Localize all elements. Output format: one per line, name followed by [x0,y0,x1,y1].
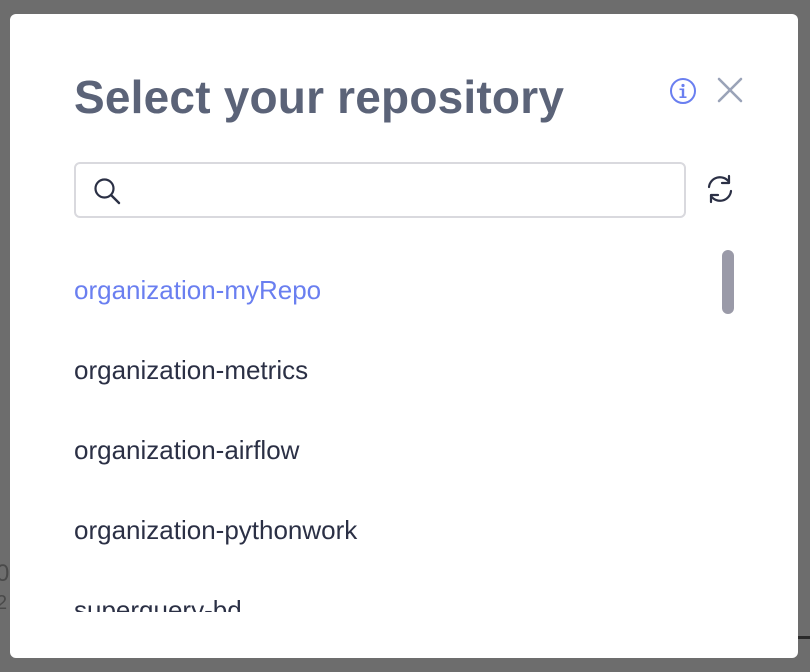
modal-title: Select your repository [74,71,565,123]
background-text: 0 [0,560,10,587]
list-scrollbar[interactable] [722,250,734,314]
repository-select-modal: Select your repository organization-myRe… [10,14,798,658]
info-button[interactable] [669,77,697,105]
info-icon [670,78,696,104]
refresh-button[interactable] [703,172,737,206]
repository-item[interactable]: superquery-bd [74,590,242,612]
repository-item[interactable]: organization-myRepo [74,270,321,310]
repository-item[interactable]: organization-airflow [74,430,299,470]
close-icon [717,77,743,103]
refresh-icon [707,174,733,204]
repository-item[interactable]: organization-metrics [74,350,308,390]
repository-list[interactable]: organization-myRepo organization-metrics… [74,250,674,612]
background-text: 2 [0,592,8,614]
search-icon [94,178,121,205]
background-divider [798,636,810,639]
repository-item[interactable]: organization-pythonwork [74,510,357,550]
search-field[interactable] [74,162,686,218]
close-button[interactable] [716,76,744,104]
search-input[interactable] [134,170,674,210]
